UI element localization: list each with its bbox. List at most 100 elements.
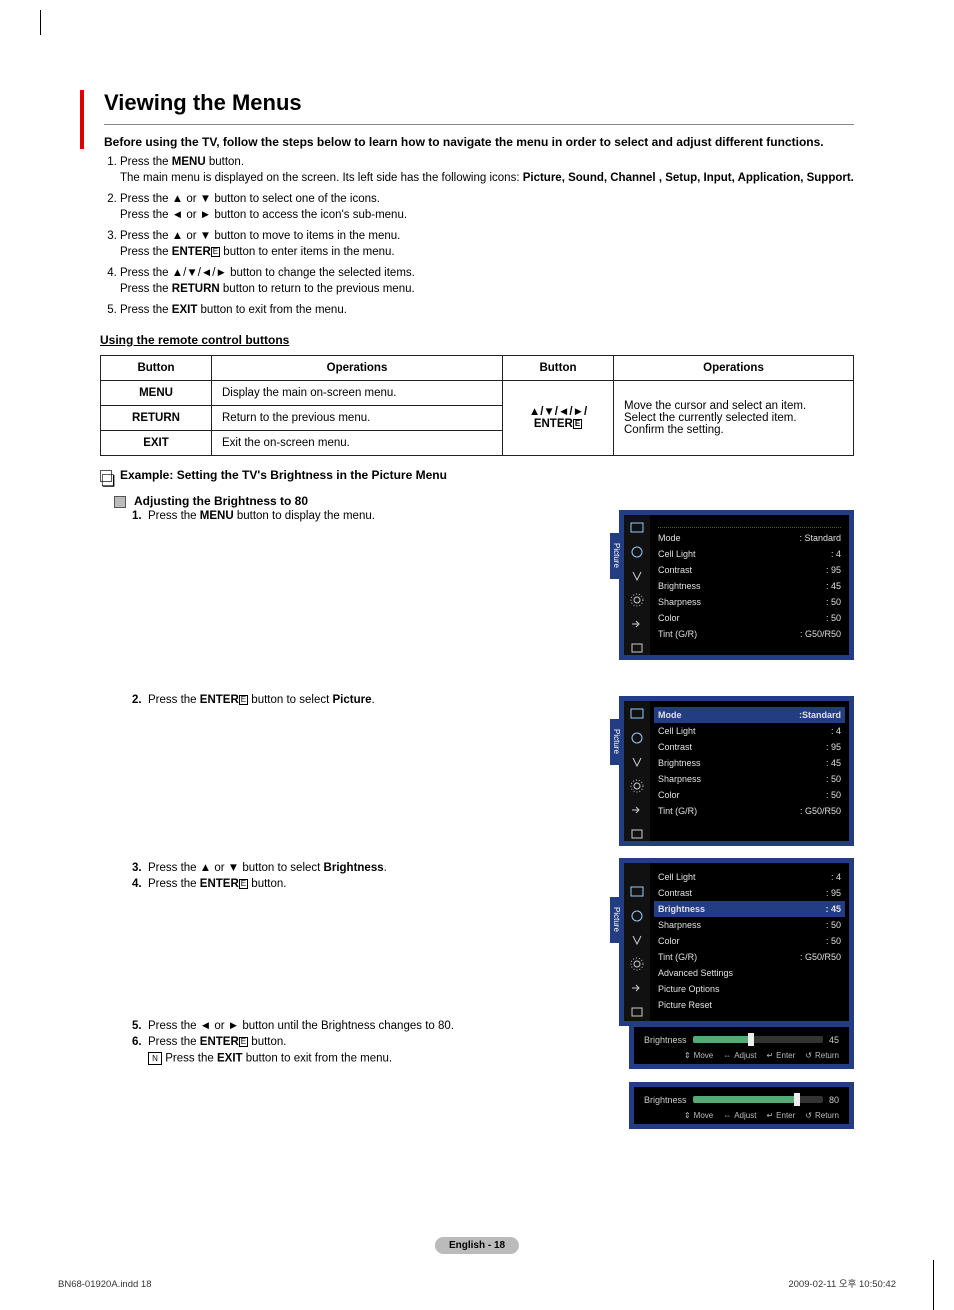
bullet-square-icon xyxy=(114,496,126,508)
leftright-icon: ⇔ xyxy=(723,1111,731,1120)
th-button-2: Button xyxy=(503,355,614,380)
channel-icon xyxy=(630,569,644,583)
sound-icon xyxy=(630,545,644,559)
ex-step-6: 6.Press the ENTERE button. xyxy=(132,1036,512,1048)
ex-step-4: 4.Press the ENTERE button. xyxy=(132,878,512,890)
setup-icon xyxy=(630,779,644,793)
brightness-slider-45: Brightness 45 ⇕Move ⇔Adjust ↵Enter ↺Retu… xyxy=(629,1022,854,1069)
example-steps: 1.Press the MENU button to display the m… xyxy=(132,510,512,1065)
table-header-row: Button Operations Button Operations xyxy=(101,355,854,380)
slider-value: 80 xyxy=(829,1095,839,1105)
example-body: 1.Press the MENU button to display the m… xyxy=(100,510,854,1065)
setup-icon xyxy=(630,593,644,607)
example-heading: ❏ Example: Setting the TV's Brightness i… xyxy=(100,468,854,482)
picture-icon xyxy=(630,521,644,535)
picture-icon xyxy=(630,707,644,721)
cell-exit-op: Exit the on-screen menu. xyxy=(212,430,503,455)
text-cursor xyxy=(933,1260,934,1310)
ex-step-1: 1.Press the MENU button to display the m… xyxy=(132,510,512,522)
application-icon xyxy=(630,827,644,841)
remote-buttons-table: Button Operations Button Operations MENU… xyxy=(100,355,854,456)
footer-left: BN68-01920A.indd 18 xyxy=(58,1279,152,1290)
ex-step-6-note: N Press the EXIT button to exit from the… xyxy=(132,1052,512,1065)
crop-marks xyxy=(40,10,914,40)
osd-panel-3: Picture Cell Light: 4 Contrast: 95 Brigh… xyxy=(619,858,854,1026)
step-1: Press the MENU button. The main menu is … xyxy=(120,155,854,186)
updown-icon: ⇕ xyxy=(684,1051,691,1060)
enter-icon: E xyxy=(239,1037,248,1047)
th-ops-1: Operations xyxy=(212,355,503,380)
osd-panel-1: Picture Mode: Standard Cell Light: 4 Con… xyxy=(619,510,854,660)
brightness-slider-80: Brightness 80 ⇕Move ⇔Adjust ↵Enter ↺Retu… xyxy=(629,1082,854,1129)
enter-icon: E xyxy=(211,247,220,257)
sound-icon xyxy=(630,731,644,745)
ex-step-3: 3.Press the ▲ or ▼ button to select Brig… xyxy=(132,862,512,874)
osd-panel-2: Picture Mode:Standard Cell Light: 4 Cont… xyxy=(619,696,854,846)
cell-return: RETURN xyxy=(101,405,212,430)
osd-tab-picture: Picture xyxy=(610,719,623,765)
cell-return-op: Return to the previous menu. xyxy=(212,405,503,430)
ex-step-5: 5.Press the ◄ or ► button until the Brig… xyxy=(132,1020,512,1032)
th-button-1: Button xyxy=(101,355,212,380)
slider-value: 45 xyxy=(829,1035,839,1045)
osd-iconcol xyxy=(624,515,650,655)
ex-step-2: 2.Press the ENTERE button to select Pict… xyxy=(132,694,512,706)
return-icon: ↺ xyxy=(805,1111,812,1120)
page-title: Viewing the Menus xyxy=(104,90,854,116)
application-icon xyxy=(630,1005,644,1019)
input-icon xyxy=(630,617,644,631)
osd-content: Mode:Standard Cell Light: 4 Contrast: 95… xyxy=(650,701,849,841)
osd-selected-row: Mode:Standard xyxy=(654,707,845,723)
slider-label: Brightness xyxy=(644,1035,687,1045)
enter-icon: E xyxy=(239,695,248,705)
input-icon xyxy=(630,803,644,817)
footer-right: 2009-02-11 오후 10:50:42 xyxy=(788,1276,896,1290)
channel-icon xyxy=(630,755,644,769)
table-row: MENU Display the main on-screen menu. ▲/… xyxy=(101,380,854,405)
osd-content: Mode: Standard Cell Light: 4 Contrast: 9… xyxy=(650,515,849,655)
osd-tab-picture: Picture xyxy=(610,533,623,579)
return-icon: ↺ xyxy=(805,1051,812,1060)
input-icon xyxy=(630,981,644,995)
osd-content: Cell Light: 4 Contrast: 95 Brightness: 4… xyxy=(650,863,849,1021)
example-subtitle: Adjusting the Brightness to 80 xyxy=(134,494,308,508)
example-title: Example: Setting the TV's Brightness in … xyxy=(120,468,447,482)
cell-exit: EXIT xyxy=(101,430,212,455)
osd-iconcol xyxy=(624,701,650,841)
picture-icon xyxy=(630,885,644,899)
slider-label: Brightness xyxy=(644,1095,687,1105)
step-3: Press the ▲ or ▼ button to move to items… xyxy=(120,229,854,260)
heading-rule xyxy=(104,124,854,125)
th-ops-2: Operations xyxy=(614,355,854,380)
leftright-icon: ⇔ xyxy=(723,1051,731,1060)
intro-text: Before using the TV, follow the steps be… xyxy=(104,135,854,149)
enter-icon: ↵ xyxy=(766,1051,773,1060)
page-badge: English - 18 xyxy=(435,1237,519,1254)
heading-block: Viewing the Menus Before using the TV, f… xyxy=(80,90,854,149)
application-icon xyxy=(630,641,644,655)
steps-list: Press the MENU button. The main menu is … xyxy=(100,155,854,319)
cell-nav-buttons: ▲/▼/◄/►/ ENTERE xyxy=(503,380,614,455)
slider-thumb[interactable] xyxy=(794,1093,800,1106)
slider-thumb[interactable] xyxy=(748,1033,754,1046)
step-4: Press the ▲/▼/◄/► button to change the s… xyxy=(120,266,854,297)
cell-menu: MENU xyxy=(101,380,212,405)
enter-icon: ↵ xyxy=(766,1111,773,1120)
setup-icon xyxy=(630,957,644,971)
example-sub: Adjusting the Brightness to 80 xyxy=(114,494,854,508)
enter-icon: E xyxy=(573,419,582,429)
slider-help: ⇕Move ⇔Adjust ↵Enter ↺Return xyxy=(644,1111,839,1120)
updown-icon: ⇕ xyxy=(684,1111,691,1120)
slider-help: ⇕Move ⇔Adjust ↵Enter ↺Return xyxy=(644,1051,839,1060)
enter-icon: E xyxy=(239,879,248,889)
step-2: Press the ▲ or ▼ button to select one of… xyxy=(120,192,854,223)
step-5: Press the EXIT button to exit from the m… xyxy=(120,303,854,319)
cell-nav-ops: Move the cursor and select an item. Sele… xyxy=(614,380,854,455)
note-icon: N xyxy=(148,1052,162,1065)
osd-selected-row: Brightness: 45 xyxy=(654,901,845,917)
osd-iconcol xyxy=(624,863,650,1021)
sound-icon xyxy=(630,909,644,923)
remote-subheading: Using the remote control buttons xyxy=(100,333,854,347)
channel-icon xyxy=(630,933,644,947)
cell-menu-op: Display the main on-screen menu. xyxy=(212,380,503,405)
